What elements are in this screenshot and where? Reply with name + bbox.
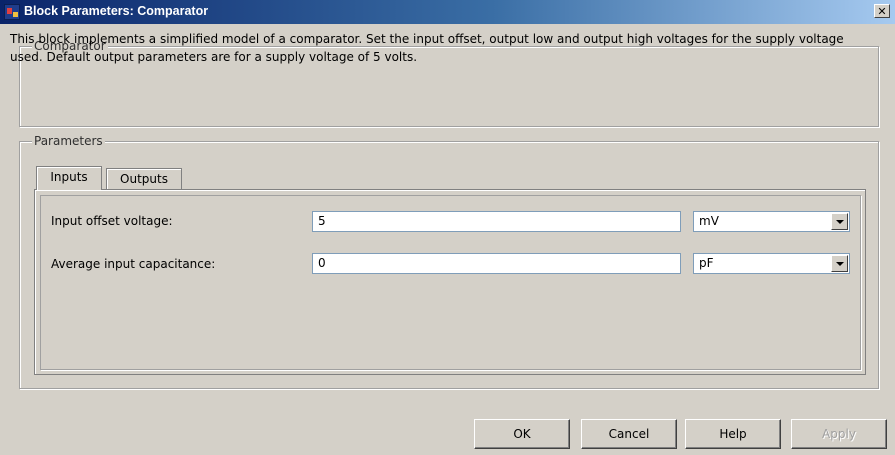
input-offset-voltage-field[interactable]: 5 [312,211,681,232]
average-input-capacitance-unit-select[interactable]: pF [693,253,850,274]
chevron-down-icon[interactable] [831,255,848,272]
cancel-button[interactable]: Cancel [581,419,677,449]
close-button[interactable]: ✕ [874,4,890,18]
average-input-capacitance-field[interactable]: 0 [312,253,681,274]
chevron-down-icon[interactable] [831,213,848,230]
title-bar: Block Parameters: Comparator ✕ [0,0,895,24]
tab-inputs-label: Inputs [50,170,88,184]
tab-inputs[interactable]: Inputs [36,166,102,190]
average-input-capacitance-unit-value: pF [699,256,714,270]
tab-outputs[interactable]: Outputs [106,168,182,190]
average-input-capacitance-label: Average input capacitance: [51,257,216,271]
input-offset-voltage-label: Input offset voltage: [51,214,173,228]
block-description: This block implements a simplified model… [10,32,844,64]
ok-button[interactable]: OK [474,419,570,449]
input-offset-voltage-unit-select[interactable]: mV [693,211,850,232]
parameters-legend: Parameters [32,134,105,148]
input-offset-voltage-unit-value: mV [699,214,719,228]
simulink-block-icon [4,4,20,20]
tab-outputs-label: Outputs [120,172,168,186]
apply-button[interactable]: Apply [791,419,887,449]
close-icon: ✕ [877,5,887,18]
help-button[interactable]: Help [685,419,781,449]
window-title: Block Parameters: Comparator [24,4,209,18]
